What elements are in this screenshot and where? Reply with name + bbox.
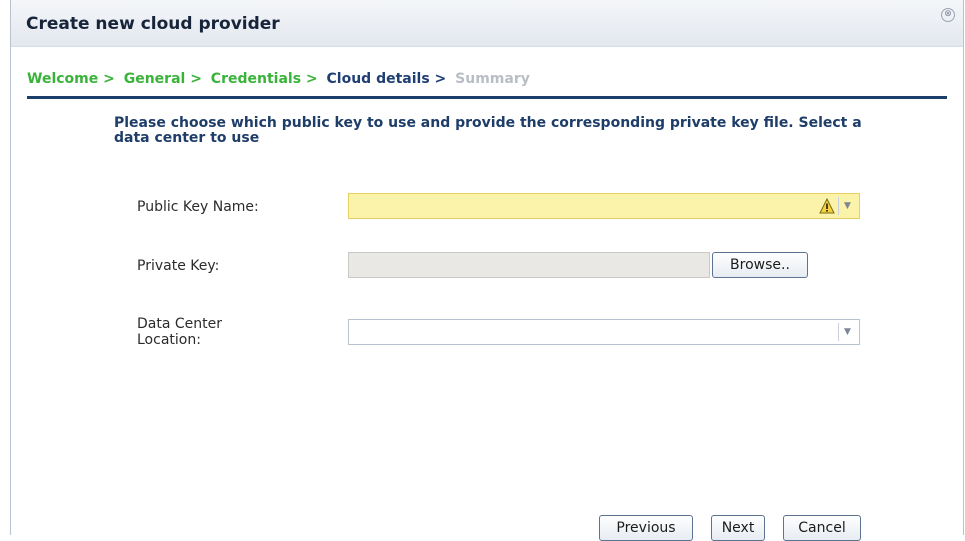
chevron-down-icon[interactable]: ▼ [838, 323, 856, 341]
breadcrumb-step-welcome: Welcome > [27, 71, 115, 87]
dialog-titlebar: Create new cloud provider ⊗ [11, 0, 963, 47]
data-center-location-combobox[interactable]: ▼ [348, 319, 860, 345]
warning-icon [819, 198, 835, 214]
breadcrumb-step-summary: Summary [455, 71, 530, 87]
breadcrumb-divider [27, 96, 947, 99]
private-key-file-field[interactable] [348, 252, 710, 278]
step-instructions: Please choose which public key to use an… [114, 115, 862, 146]
private-key-label: Private Key: [137, 258, 220, 274]
data-center-label-line2: Location: [137, 332, 201, 348]
breadcrumb-step-credentials: Credentials > [210, 71, 318, 87]
cancel-button[interactable]: Cancel [783, 515, 861, 541]
breadcrumb-step-general: General > [123, 71, 202, 87]
breadcrumb-step-cloud-details: Cloud details > [326, 71, 447, 87]
data-center-label-line1: Data Center [137, 316, 222, 332]
create-cloud-provider-dialog: Create new cloud provider ⊗ Welcome > Ge… [10, 0, 964, 541]
next-button[interactable]: Next [711, 515, 765, 541]
close-icon[interactable]: ⊗ [941, 8, 955, 22]
public-key-name-combobox[interactable]: ▼ [348, 193, 860, 219]
wizard-breadcrumb: Welcome > General > Credentials > Cloud … [27, 71, 534, 87]
public-key-name-label: Public Key Name: [137, 199, 259, 215]
browse-button[interactable]: Browse.. [712, 252, 808, 278]
data-center-location-label: Data Center Location: [137, 316, 222, 348]
previous-button[interactable]: Previous [599, 515, 693, 541]
chevron-down-icon[interactable]: ▼ [838, 197, 856, 215]
dialog-title: Create new cloud provider [26, 14, 280, 34]
